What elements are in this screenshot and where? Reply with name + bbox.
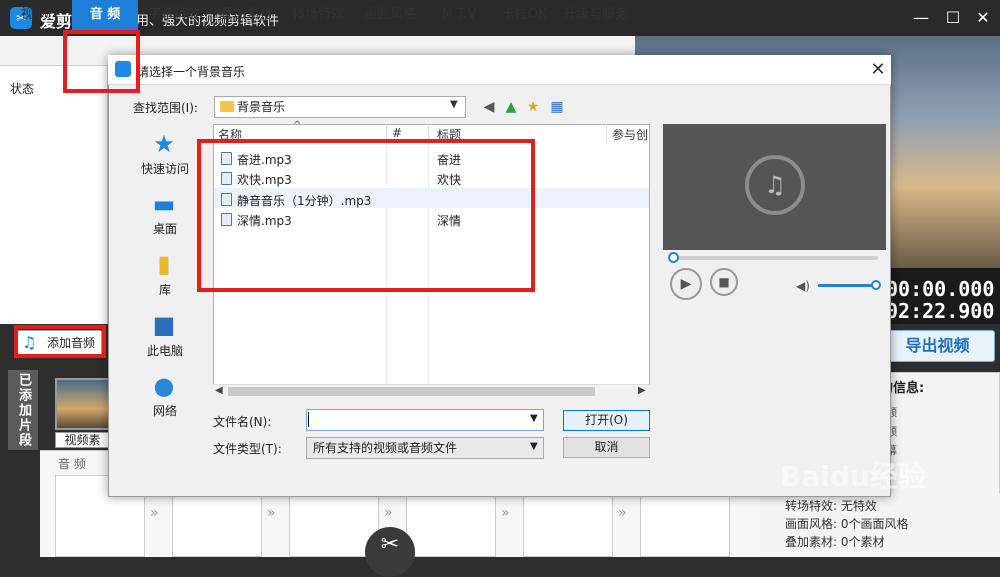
chevron-down-icon[interactable]: ▼ xyxy=(530,441,538,452)
current-time: 00:00.000 xyxy=(886,277,995,301)
added-clips-label: 已添加片段 xyxy=(8,370,38,450)
volume-handle[interactable] xyxy=(871,280,881,290)
annotation-box-audio-tab xyxy=(63,30,140,93)
dialog-close-icon[interactable]: ✕ xyxy=(866,58,890,82)
computer-icon[interactable]: ■ xyxy=(148,311,180,339)
play-icon[interactable]: ▶ xyxy=(670,268,702,300)
chevron-right-icon: » xyxy=(384,505,393,521)
annotation-box-add-audio xyxy=(14,325,106,358)
stop-icon[interactable]: ■ xyxy=(710,268,738,296)
scroll-left-icon[interactable]: ◀ xyxy=(215,385,223,396)
tab-upgrade-service[interactable]: 升级与服务 xyxy=(556,0,635,30)
total-time: 02:22.900 xyxy=(886,299,995,323)
scissors-icon[interactable]: ✂ xyxy=(365,527,415,577)
audio-list-panel xyxy=(0,66,108,324)
summary-frame-style: 画面风格: 0个画面风格 xyxy=(785,517,909,531)
volume-slider[interactable] xyxy=(818,284,876,287)
tab-mtv[interactable]: M.T.V xyxy=(426,0,492,30)
new-folder-icon[interactable]: ★ xyxy=(524,98,542,116)
summary-transition: 转场特效: 无特效 xyxy=(785,499,877,513)
column-divider[interactable] xyxy=(606,124,607,144)
place-quick-access[interactable]: 快速访问 xyxy=(130,160,200,177)
tab-subtitle-effects[interactable]: 字幕特效 xyxy=(138,0,210,30)
chevron-right-icon: » xyxy=(150,505,159,521)
tab-frame-style[interactable]: 画面风格 xyxy=(354,0,426,30)
place-library[interactable]: 库 xyxy=(130,281,200,298)
library-icon[interactable]: ▮ xyxy=(148,250,180,278)
chevron-down-icon[interactable]: ▼ xyxy=(450,99,458,110)
back-icon[interactable]: ◀ xyxy=(480,98,498,116)
place-this-pc[interactable]: 此电脑 xyxy=(130,342,200,359)
tab-transition-effects[interactable]: 转场特效 xyxy=(282,0,354,30)
place-network[interactable]: 网络 xyxy=(130,402,200,419)
tab-overlay-material[interactable]: 叠加素材 xyxy=(210,0,282,30)
look-in-select[interactable]: 背景音乐 xyxy=(214,96,466,118)
audio-track-label: 音 频 xyxy=(58,457,86,471)
view-menu-icon[interactable]: ▦ xyxy=(548,98,566,116)
column-participants[interactable]: 参与创 xyxy=(612,126,648,143)
cancel-button[interactable]: 取消 xyxy=(563,437,650,458)
clip-name: 视频素 xyxy=(55,432,110,448)
filename-label: 文件名(N): xyxy=(213,415,272,429)
clip-thumbnail[interactable] xyxy=(55,378,110,430)
tab-video[interactable]: 视 频 xyxy=(0,0,72,30)
tab-karaoke[interactable]: 卡拉OK xyxy=(492,0,556,30)
annotation-box-file-list xyxy=(197,139,535,292)
folder-icon xyxy=(220,101,234,112)
close-icon[interactable]: ✕ xyxy=(972,7,994,29)
export-video-button[interactable]: 导出视频 xyxy=(880,330,995,362)
scrollbar-thumb[interactable] xyxy=(228,387,595,396)
dialog-title: 请选择一个背景音乐 xyxy=(137,65,246,79)
tab-audio[interactable]: 音 频 xyxy=(72,0,138,30)
network-icon[interactable]: ● xyxy=(148,372,180,400)
look-in-label: 查找范围(I): xyxy=(133,101,198,115)
star-icon[interactable]: ★ xyxy=(148,130,180,158)
up-folder-icon[interactable]: ▲ xyxy=(502,98,520,116)
headphones-icon: ♫ xyxy=(745,155,805,215)
filetype-select[interactable]: 所有支持的视频或音频文件 xyxy=(306,437,544,459)
seek-handle[interactable] xyxy=(668,252,679,263)
minimize-icon[interactable]: — xyxy=(910,7,932,29)
scroll-right-icon[interactable]: ▶ xyxy=(638,385,646,396)
maximize-icon[interactable]: ☐ xyxy=(942,7,964,29)
filename-input[interactable] xyxy=(306,409,544,431)
summary-overlay: 叠加素材: 0个素材 xyxy=(785,535,885,549)
chevron-right-icon: » xyxy=(501,505,510,521)
seek-bar[interactable] xyxy=(672,256,878,260)
place-desktop[interactable]: 桌面 xyxy=(130,220,200,237)
timecode-display: 00:00.000 02:22.900 xyxy=(880,268,1000,324)
filetype-label: 文件类型(T): xyxy=(213,442,282,456)
sort-ascending-icon: ^ xyxy=(293,120,302,131)
column-number[interactable]: # xyxy=(392,126,402,140)
chevron-right-icon: » xyxy=(618,505,627,521)
watermark-logo: Baidu经验 xyxy=(780,460,926,493)
text-caret xyxy=(308,412,309,427)
chevron-down-icon[interactable]: ▼ xyxy=(530,413,538,424)
open-button[interactable]: 打开(O) xyxy=(563,410,650,431)
chevron-right-icon: » xyxy=(267,505,276,521)
volume-icon[interactable]: ◀) xyxy=(796,279,810,293)
status-column-header: 状态 xyxy=(10,82,35,96)
desktop-icon[interactable]: ▬ xyxy=(148,190,180,218)
